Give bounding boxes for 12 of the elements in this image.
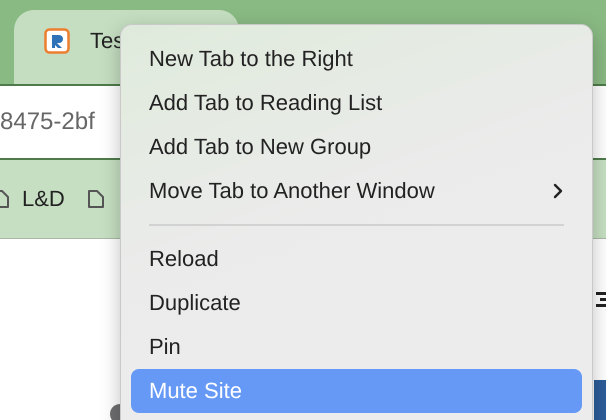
bookmark-folder[interactable] bbox=[86, 188, 105, 210]
menu-item[interactable]: Duplicate bbox=[131, 281, 582, 325]
bookmark-folder[interactable]: L&D bbox=[0, 186, 65, 212]
chevron-right-icon bbox=[552, 182, 564, 200]
menu-item[interactable]: Reload bbox=[131, 237, 582, 281]
menu-item[interactable]: Add Tab to New Group bbox=[131, 125, 582, 169]
app-logo-icon bbox=[44, 28, 70, 54]
menu-item[interactable]: Pin bbox=[131, 325, 582, 369]
menu-item[interactable]: Add Tab to Reading List bbox=[131, 81, 582, 125]
menu-item[interactable]: New Tab to the Right bbox=[131, 37, 582, 81]
menu-item[interactable]: Move Tab to Another Window bbox=[131, 169, 582, 213]
folder-icon bbox=[86, 188, 105, 210]
